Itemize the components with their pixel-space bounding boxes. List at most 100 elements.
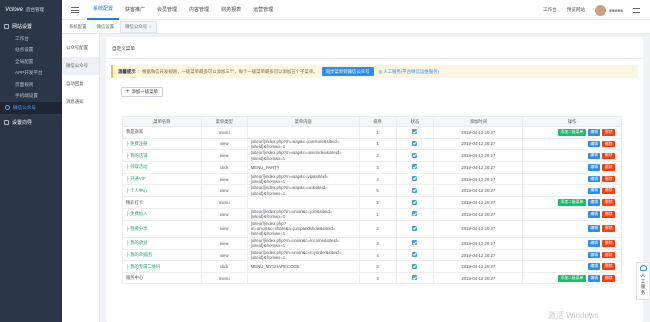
app-logo[interactable]: Vclove 后台管理 [0,0,62,20]
status-checkbox[interactable] [412,140,418,146]
sidebar-item[interactable]: 全局配置 [0,56,62,68]
floating-service-button[interactable]: 人 工 服 务 [636,262,650,300]
top-nav-item[interactable]: 运营管理 [247,0,279,20]
status-checkbox[interactable] [412,211,418,217]
delete-button[interactable]: 删除 [602,251,615,259]
delete-button[interactable]: 删除 [602,175,615,183]
close-icon[interactable]: × [149,24,152,29]
add-submenu-button[interactable]: 添加二级菜单 [558,129,586,136]
status-checkbox[interactable] [412,263,418,269]
secondary-nav-item[interactable]: 微信公众号 [62,57,99,75]
status-checkbox[interactable] [412,152,418,158]
table-row: 服务中心 menu 3 2019-04-12 20:27 添加二级菜单 编辑 删除 [122,271,622,285]
delete-button[interactable]: 删除 [602,129,615,136]
add-submenu-button[interactable]: 添加二级菜单 [558,274,586,282]
top-nav-item[interactable]: 会员管理 [151,0,183,20]
manual-service-link[interactable]: 人工服务(平台微信运维服务) [383,69,439,75]
time-cell: 2019-04-12 20:27 [433,207,524,221]
menu-name-cell: ├ 开通VIP [122,172,202,186]
delete-button[interactable]: 删除 [602,225,615,233]
time-cell: 2019-04-12 20:27 [433,260,524,273]
status-checkbox[interactable] [412,275,418,281]
ops-cell: 编辑 删除 [522,260,622,273]
menu-toggle-icon[interactable] [71,6,79,13]
delete-button[interactable]: 删除 [602,263,615,271]
sidebar-group-setup-wizard[interactable]: 设置向导 [0,116,62,129]
add-top-menu-button[interactable]: + 添加一级菜单 [121,87,163,97]
headset-icon [639,265,647,271]
edit-button[interactable]: 编辑 [587,140,601,148]
sidebar-group-site-settings[interactable]: 网站设置 [0,20,62,33]
tab-system-config[interactable]: 系统配置 [65,22,91,32]
top-nav-item[interactable]: 系统配置 [87,0,120,20]
sidebar-item[interactable]: 站点设置 [0,45,62,57]
col-header: 排序 [358,116,397,127]
delete-button[interactable]: 删除 [602,164,615,171]
edit-button[interactable]: 编辑 [587,187,601,195]
time-cell: 2019-04-12 20:27 [433,219,524,238]
menu-content-cell: MENU_MYSHARECODE [246,260,360,273]
delete-button[interactable]: 删除 [602,210,615,218]
menu-name-cell: ├ 我的店铺 [122,149,202,163]
top-nav-item[interactable]: 财务报表 [215,0,247,20]
status-checkbox[interactable] [412,176,418,182]
top-nav-item[interactable]: 内容管理 [183,0,215,20]
status-checkbox[interactable] [412,129,418,135]
menu-content-cell: {siteurl}index.php?m=wap&c=joinstore&sit… [246,137,360,151]
delete-button[interactable]: 删除 [602,140,615,148]
menu-content-cell: {siteurl}index.php?m=union&c=join&siteid… [246,207,360,221]
status-checkbox[interactable] [412,164,418,170]
edit-button[interactable]: 编辑 [587,175,601,183]
delete-button[interactable]: 删除 [602,274,615,282]
edit-button[interactable]: 编辑 [587,164,601,171]
sort-cell: 2 [358,196,397,209]
workbench-link[interactable]: 工作台 [543,7,557,13]
edit-button[interactable]: 编辑 [587,129,601,136]
more-menu-icon[interactable] [633,7,640,13]
secondary-nav: 公众号配置 微信公众号 自动回复 消息通知 [62,34,100,322]
sort-cell: 2 [358,219,397,238]
edit-button[interactable]: 编辑 [587,225,601,233]
top-nav-item[interactable]: 获客推广 [119,0,151,20]
edit-button[interactable]: 编辑 [587,152,601,160]
status-checkbox[interactable] [412,240,418,246]
status-checkbox[interactable] [412,252,418,257]
sort-cell: 1 [358,207,397,221]
tab-wechat-official[interactable]: 微信公众号 × [120,20,157,33]
status-checkbox[interactable] [412,225,418,231]
sidebar-item[interactable]: 微信公众号 [0,102,62,114]
sidebar-item[interactable]: 页面规则 [0,79,62,91]
edit-button[interactable]: 编辑 [587,274,601,282]
add-submenu-button[interactable]: 添加二级菜单 [558,199,586,206]
username[interactable]: ■■■■■ [609,8,623,13]
menu-content-cell: MENU_PARTY [246,161,360,174]
status-checkbox[interactable] [412,187,418,193]
menu-name-cell: ├ 我的收益 [122,236,202,250]
avatar[interactable] [595,4,607,16]
secondary-nav-item[interactable]: 自动回复 [62,75,99,93]
secondary-nav-item[interactable]: 公众号配置 [62,39,99,57]
page-tabs: 系统配置 微信设置 微信公众号 × [62,20,650,34]
sidebar-item[interactable]: APP开发平台 [0,68,62,80]
secondary-nav-item[interactable]: 消息通知 [62,93,99,111]
notice-text: ：根据微信开发规则，一级菜单最多可以添加三个，每个一级菜单最多可以添加五个子菜单… [137,68,318,74]
edit-button[interactable]: 编辑 [587,263,601,271]
edit-button[interactable]: 编辑 [587,239,601,247]
delete-button[interactable]: 删除 [602,199,615,206]
ops-cell: 编辑 删除 [522,248,622,262]
edit-button[interactable]: 编辑 [587,251,601,259]
tab-wechat-settings[interactable]: 微信设置 [93,22,119,32]
sidebar-item[interactable]: 工作台 [0,33,62,45]
preview-site-link[interactable]: 预览网站 [567,7,585,13]
delete-button[interactable]: 删除 [602,187,615,195]
edit-button[interactable]: 编辑 [587,210,601,218]
delete-button[interactable]: 删除 [602,239,615,247]
status-checkbox[interactable] [412,199,418,205]
delete-button[interactable]: 删除 [602,152,615,160]
ops-cell: 编辑 删除 [522,219,622,238]
sync-menu-button[interactable]: 同步菜单到微信公众号 [321,67,374,76]
status-cell [395,161,435,174]
edit-button[interactable]: 编辑 [587,199,601,206]
col-header: 状态 [395,116,435,127]
sidebar-item[interactable]: 手机端设置 [0,91,62,103]
